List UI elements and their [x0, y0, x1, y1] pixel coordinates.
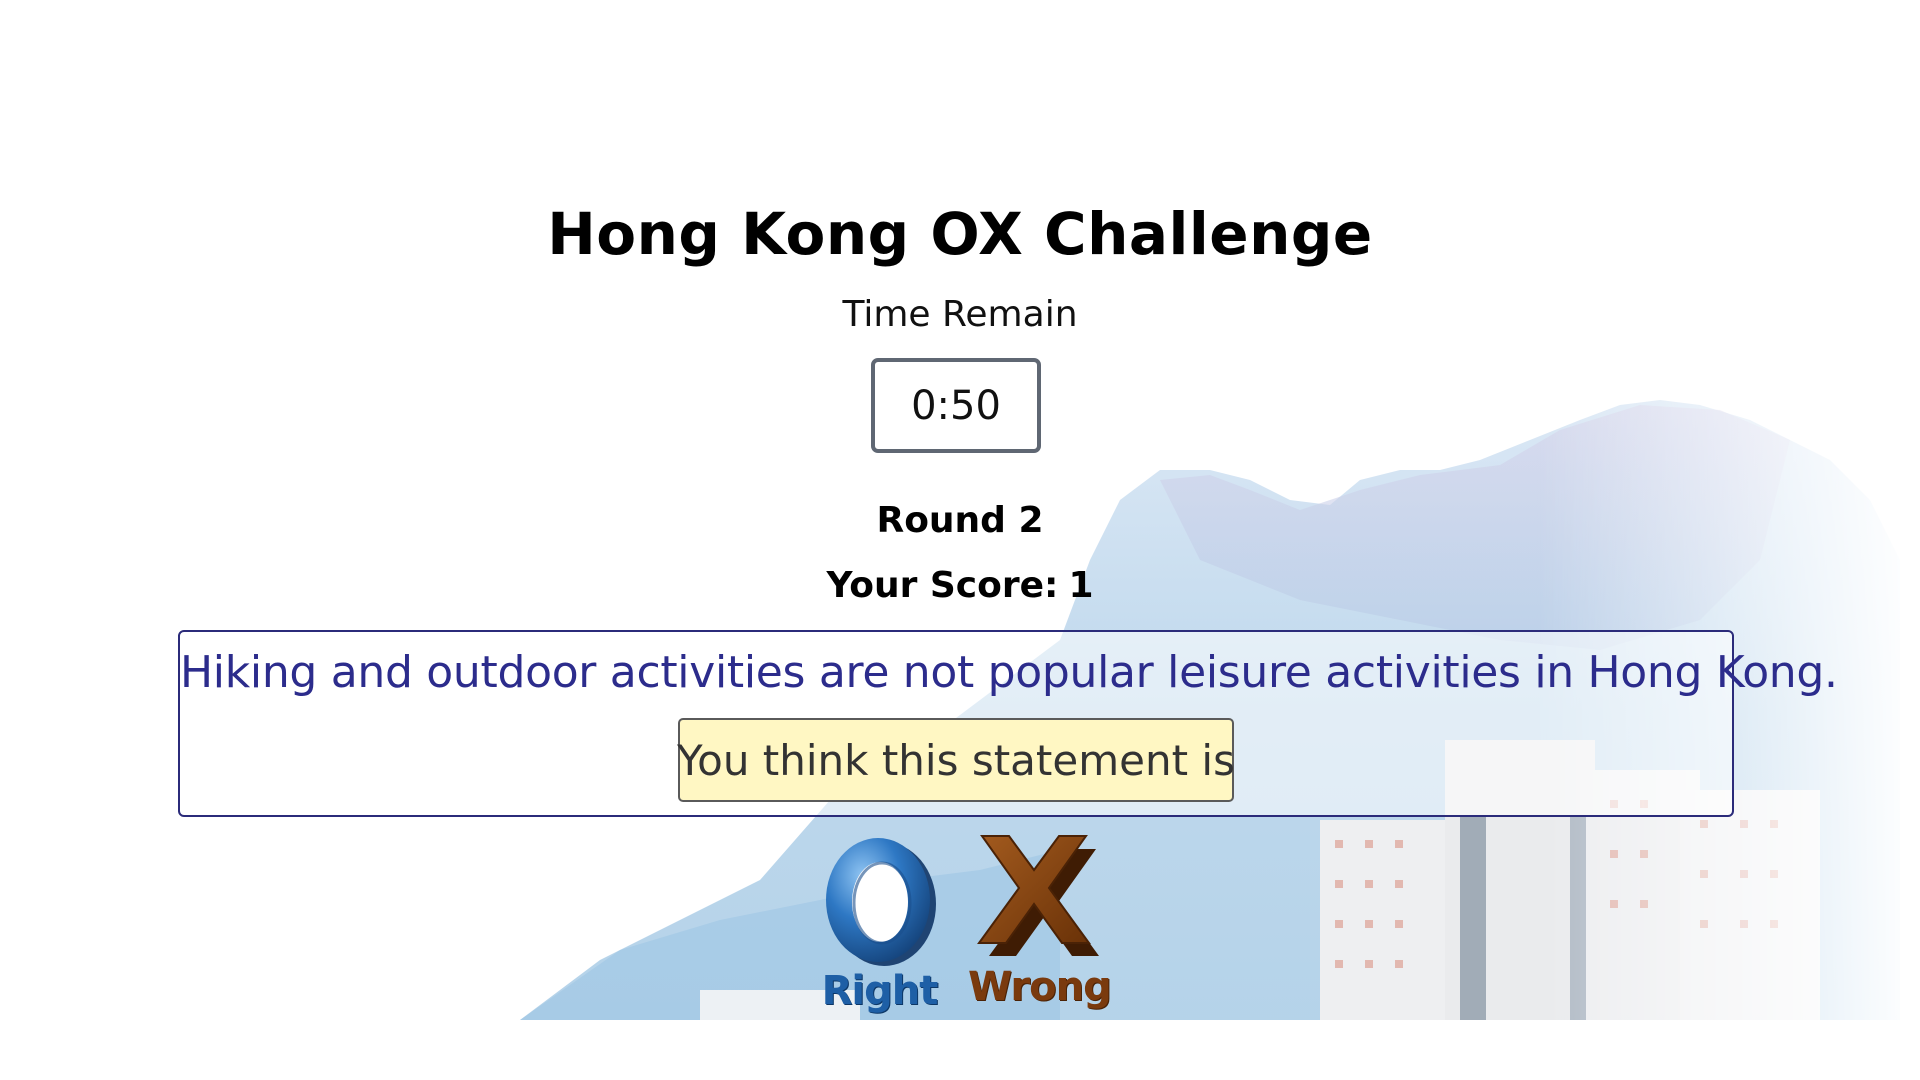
score-label: Your Score:: [826, 565, 1059, 606]
x-cross-icon: [977, 835, 1099, 956]
timer-value: 0:50: [911, 382, 1001, 429]
question-panel: Hiking and outdoor activities are not po…: [178, 630, 1838, 817]
score-display: Your Score: 1: [0, 565, 1920, 606]
o-ring-icon: [826, 838, 936, 966]
countdown-timer: 0:50: [871, 358, 1041, 453]
game-content: Hong Kong OX Challenge Time Remain 0:50 …: [0, 0, 1920, 1080]
right-label: Right: [821, 968, 939, 1014]
question-statement: Hiking and outdoor activities are not po…: [180, 647, 1838, 698]
wrong-label: Wrong: [968, 964, 1112, 1010]
right-answer-button[interactable]: Right: [812, 830, 947, 1020]
score-value: 1: [1068, 565, 1094, 606]
answer-prompt: You think this statement is: [677, 718, 1235, 802]
game-title: Hong Kong OX Challenge: [547, 200, 1373, 268]
wrong-answer-button[interactable]: Wrong: [968, 834, 1112, 1020]
time-remain-label: Time Remain: [842, 294, 1078, 335]
game-screen: Hong Kong OX Challenge Time Remain 0:50 …: [0, 0, 1920, 1080]
round-indicator: Round 2: [876, 500, 1044, 541]
